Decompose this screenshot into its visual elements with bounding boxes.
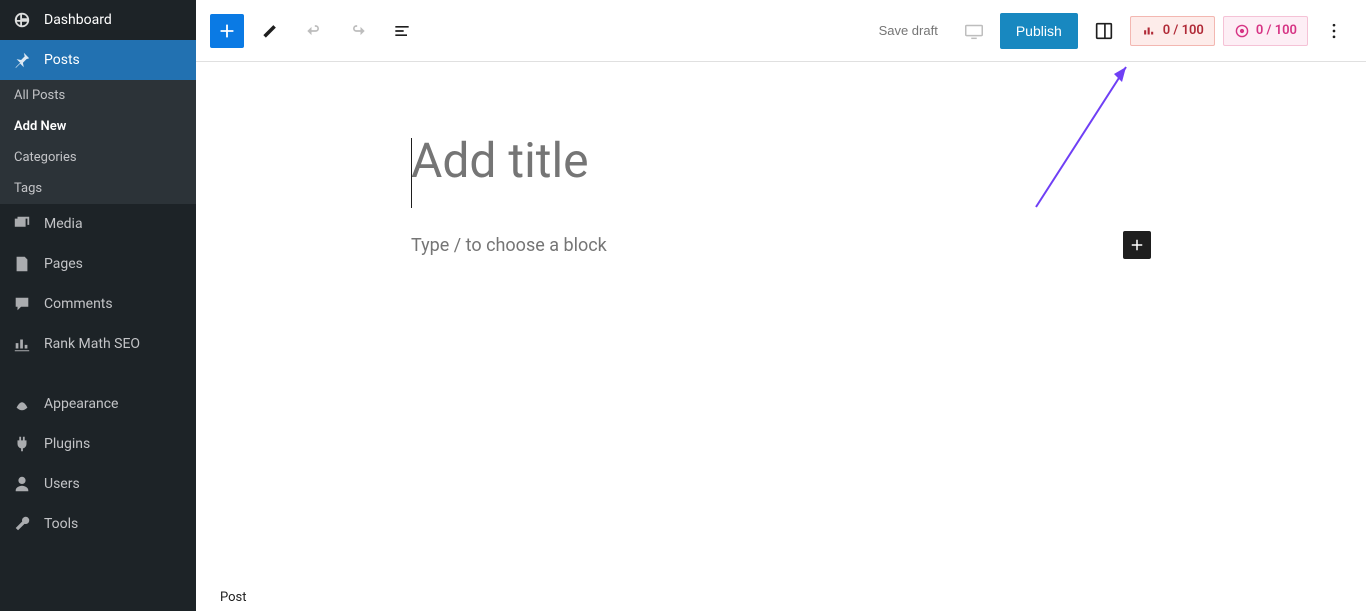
posts-submenu: All Posts Add New Categories Tags	[0, 80, 196, 204]
document-overview-button[interactable]	[384, 13, 420, 49]
rankmath-icon	[12, 334, 32, 354]
submenu-tags[interactable]: Tags	[0, 173, 196, 204]
menu-dashboard-label: Dashboard	[44, 12, 112, 28]
more-options-button[interactable]	[1316, 13, 1352, 49]
plugins-icon	[12, 434, 32, 454]
aioseo-score-value: 0 / 100	[1163, 23, 1204, 38]
dashboard-icon	[12, 10, 32, 30]
submenu-all-posts[interactable]: All Posts	[0, 80, 196, 111]
redo-button[interactable]	[340, 13, 376, 49]
menu-plugins[interactable]: Plugins	[0, 424, 196, 464]
aioseo-score-badge[interactable]: 0 / 100	[1130, 16, 1215, 46]
appearance-icon	[12, 394, 32, 414]
menu-appearance[interactable]: Appearance	[0, 384, 196, 424]
post-title-wrap	[411, 132, 1151, 189]
toggle-inserter-button[interactable]	[210, 14, 244, 48]
text-cursor	[411, 138, 412, 208]
submenu-add-new[interactable]: Add New	[0, 111, 196, 142]
tools-icon	[12, 514, 32, 534]
menu-tools-label: Tools	[44, 516, 78, 532]
menu-dashboard[interactable]: Dashboard	[0, 0, 196, 40]
menu-pages-label: Pages	[44, 256, 83, 272]
menu-media[interactable]: Media	[0, 204, 196, 244]
media-icon	[12, 214, 32, 234]
post-title-input[interactable]	[411, 132, 1151, 189]
rankmath-score-badge[interactable]: 0 / 100	[1223, 16, 1308, 46]
users-icon	[12, 474, 32, 494]
tools-select-button[interactable]	[252, 13, 288, 49]
menu-users[interactable]: Users	[0, 464, 196, 504]
aioseo-icon	[1141, 23, 1157, 39]
add-block-button[interactable]	[1123, 231, 1151, 259]
menu-separator	[0, 364, 196, 384]
editor: Save draft Publish 0 / 100 0 / 100	[196, 0, 1366, 611]
pin-icon	[12, 50, 32, 70]
save-draft-button[interactable]: Save draft	[869, 17, 948, 44]
menu-posts-label: Posts	[44, 52, 80, 68]
menu-appearance-label: Appearance	[44, 396, 118, 412]
admin-sidebar: Dashboard Posts All Posts Add New Catego…	[0, 0, 196, 611]
menu-rankmath-label: Rank Math SEO	[44, 336, 140, 352]
pages-icon	[12, 254, 32, 274]
breadcrumb-post[interactable]: Post	[220, 580, 247, 611]
preview-button[interactable]	[956, 13, 992, 49]
menu-pages[interactable]: Pages	[0, 244, 196, 284]
target-icon	[1234, 23, 1250, 39]
rankmath-score-value: 0 / 100	[1256, 23, 1297, 38]
submenu-categories[interactable]: Categories	[0, 142, 196, 173]
menu-users-label: Users	[44, 476, 80, 492]
editor-toolbar: Save draft Publish 0 / 100 0 / 100	[196, 0, 1366, 62]
menu-media-label: Media	[44, 216, 83, 232]
menu-plugins-label: Plugins	[44, 436, 90, 452]
menu-posts[interactable]: Posts	[0, 40, 196, 80]
publish-button[interactable]: Publish	[1000, 13, 1078, 49]
undo-button[interactable]	[296, 13, 332, 49]
block-placeholder-text[interactable]: Type / to choose a block	[411, 235, 607, 256]
menu-comments[interactable]: Comments	[0, 284, 196, 324]
comments-icon	[12, 294, 32, 314]
editor-canvas: Type / to choose a block Post	[196, 62, 1366, 611]
menu-rankmath[interactable]: Rank Math SEO	[0, 324, 196, 364]
menu-tools[interactable]: Tools	[0, 504, 196, 544]
menu-comments-label: Comments	[44, 296, 113, 312]
settings-toggle-button[interactable]	[1086, 13, 1122, 49]
